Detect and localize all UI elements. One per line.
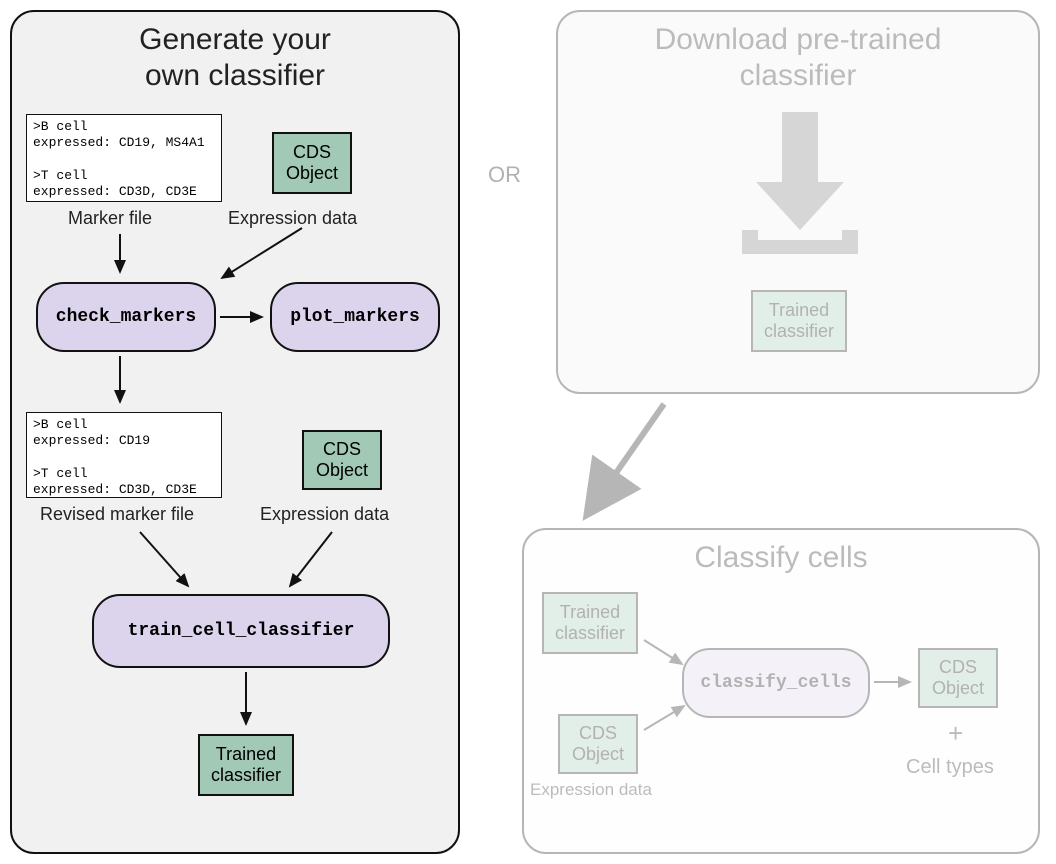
download-classifier-panel: Download pre-trained classifier Trained … [556, 10, 1040, 394]
left-panel-title: Generate your own classifier [12, 22, 458, 94]
expression-data-top-label: Expression data [228, 208, 357, 229]
trained-classifier-output: Trained classifier [198, 734, 294, 796]
or-label: OR [488, 162, 521, 188]
revised-marker-file-block: >B cell expressed: CD19 >T cell expresse… [26, 412, 222, 498]
cell-types-label: Cell types [906, 756, 994, 779]
classify-cells-panel: Classify cells Trained classifier CDS Ob… [522, 528, 1040, 854]
cds-object-output: CDS Object [918, 648, 998, 708]
expression-data-bottom-label: Expression data [530, 780, 652, 800]
plus-symbol: + [948, 718, 963, 749]
classify-cells-node: classify_cells [682, 648, 870, 718]
right-top-title: Download pre-trained classifier [558, 22, 1038, 94]
trained-classifier-input: Trained classifier [542, 592, 638, 654]
train-cell-classifier-node: train_cell_classifier [92, 594, 390, 668]
marker-file-block: >B cell expressed: CD19, MS4A1 >T cell e… [26, 114, 222, 202]
expression-data-mid-label: Expression data [260, 504, 389, 525]
cds-object-top: CDS Object [272, 132, 352, 194]
check-markers-node: check_markers [36, 282, 216, 352]
generate-classifier-panel: Generate your own classifier >B cell exp… [10, 10, 460, 854]
revised-marker-file-label: Revised marker file [40, 504, 194, 525]
marker-file-label: Marker file [68, 208, 152, 229]
cds-object-mid: CDS Object [302, 430, 382, 490]
right-bottom-title: Classify cells [524, 540, 1038, 576]
plot-markers-node: plot_markers [270, 282, 440, 352]
cds-object-input: CDS Object [558, 714, 638, 774]
downloaded-trained-classifier: Trained classifier [751, 290, 847, 352]
